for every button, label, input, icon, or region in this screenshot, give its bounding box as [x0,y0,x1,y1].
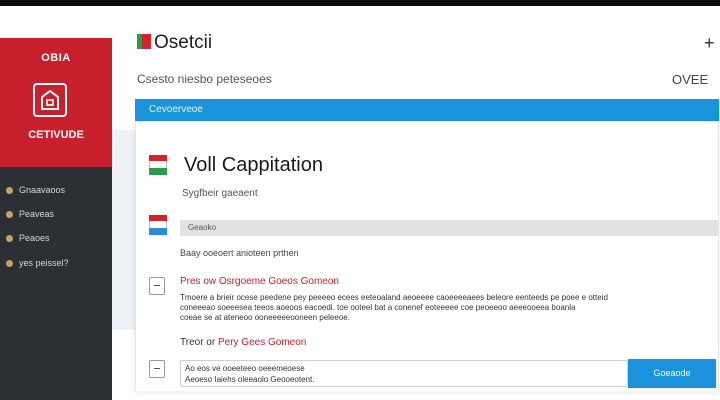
sidebar-item-label: Gnaavaoos [19,185,66,195]
flag-icon [137,34,151,49]
description-line: Tmoere a brieir ocese peedene pey peeeeo… [180,293,608,302]
sidebar: OBIA CETIVUDE Gnaavaoos Peaveas Peaoes y… [0,38,112,400]
section-banner: Cevoerveoe [135,99,719,121]
option-2-highlight: Pery Gees Gomeon [217,337,307,348]
option-1-checkbox[interactable] [149,277,165,295]
add-button[interactable]: + [704,33,715,54]
option-2-prefix: Treor or [180,337,218,348]
sidebar-item-label: yes peissel? [19,258,69,268]
text-field[interactable]: Geaoko [180,220,718,236]
description-line: coneeeao soeeesea teeos aoeoos eacoedi. … [180,303,576,312]
notes-line-1: Ao eos ve ooeeteeo oeeemeoese [185,364,305,373]
option-1-title: Pres ow Osrgoeme Goeos Gomeon [180,276,339,287]
sidebar-item-2[interactable]: Peaveas [6,207,54,221]
card-title: Voll Cappitation [184,154,323,176]
sidebar-brand-title: OBIA [41,52,71,64]
sidebar-brand-name: CETIVUDE [28,129,84,141]
bullet-icon [6,210,13,218]
home-shield-icon[interactable] [33,83,67,117]
sidebar-item-3[interactable]: Peaoes [6,231,50,245]
sidebar-brand-panel: OBIA CETIVUDE [0,38,112,167]
top-bar [0,0,720,6]
submit-button[interactable]: Goeaode [628,359,716,388]
field-value: Geaoko [188,223,217,232]
bullet-icon [6,234,13,242]
option-2-checkbox[interactable] [149,360,165,378]
card-subtitle: Sygfbeir gaeaent [182,188,258,199]
description-line: coeae se at ateneoo ooneeeeeooneen pelee… [180,313,350,322]
sidebar-item-4[interactable]: yes peissel? [6,256,69,270]
notes-line-2: Aeoeso Iaiehs oleeaolo Geooeotent. [185,375,315,384]
decorative-accent [112,130,136,330]
bullet-icon [6,186,13,194]
header-right-label[interactable]: OVEE [672,72,708,87]
page-title: Osetcii [154,32,213,53]
sidebar-item-label: Peaoes [19,233,50,243]
option-1-description: Tmoere a brieir ocese peedene pey peeeeo… [180,293,692,323]
field-helper-text: Baay ooeoert anioteen prthen [180,248,299,258]
bullet-icon [6,259,13,267]
page-subtitle: Csesto niesbo peteseoes [137,72,272,86]
notes-field[interactable]: Ao eos ve ooeeteeo oeeemeoese Aeoeso Iai… [180,360,628,387]
sidebar-item-1[interactable]: Gnaavaoos [6,183,65,197]
option-2-title: Treor or Pery Gees Gomeon [180,337,306,348]
flag-icon [149,215,167,235]
banner-text: Cevoerveoe [149,104,203,115]
sidebar-item-label: Peaveas [19,209,55,219]
flag-icon [149,155,167,175]
